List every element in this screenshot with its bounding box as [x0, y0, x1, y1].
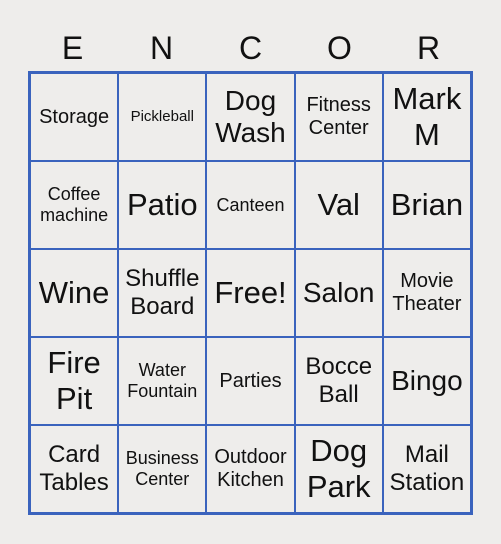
header-letter: N	[149, 30, 174, 66]
bingo-cell[interactable]: Fire Pit	[30, 337, 119, 425]
bingo-cell[interactable]: Mark M	[382, 73, 471, 161]
bingo-header: E N C O R	[28, 26, 473, 70]
header-letter: C	[238, 30, 263, 66]
bingo-cell[interactable]: Outdoor Kitchen	[206, 425, 295, 513]
bingo-cell[interactable]: Dog Wash	[206, 73, 295, 161]
bingo-cell[interactable]: Val	[294, 161, 383, 249]
header-letter: E	[61, 30, 84, 66]
bingo-cell[interactable]: Canteen	[206, 161, 295, 249]
bingo-cell[interactable]: Business Center	[118, 425, 207, 513]
bingo-cell[interactable]: Wine	[30, 249, 119, 337]
bingo-cell[interactable]: Movie Theater	[382, 249, 471, 337]
free-space-cell[interactable]: Free!	[206, 249, 295, 337]
bingo-cell[interactable]: Bocce Ball	[294, 337, 383, 425]
bingo-card: Storage Pickleball Dog Wash Fitness Cent…	[28, 71, 473, 515]
bingo-cell[interactable]: Water Fountain	[118, 337, 207, 425]
bingo-cell[interactable]: Pickleball	[118, 73, 207, 161]
bingo-cell[interactable]: Dog Park	[294, 425, 383, 513]
bingo-cell[interactable]: Coffee machine	[30, 161, 119, 249]
header-letter: R	[416, 30, 441, 66]
bingo-cell[interactable]: Parties	[206, 337, 295, 425]
bingo-cell[interactable]: Brian	[382, 161, 471, 249]
bingo-cell[interactable]: Fitness Center	[294, 73, 383, 161]
bingo-cell[interactable]: Card Tables	[30, 425, 119, 513]
header-letter: O	[327, 30, 352, 66]
bingo-cell[interactable]: Shuffle Board	[118, 249, 207, 337]
bingo-cell[interactable]: Salon	[294, 249, 383, 337]
bingo-cell[interactable]: Storage	[30, 73, 119, 161]
bingo-cell[interactable]: Patio	[118, 161, 207, 249]
bingo-cell[interactable]: Bingo	[382, 337, 471, 425]
bingo-cell[interactable]: Mail Station	[382, 425, 471, 513]
